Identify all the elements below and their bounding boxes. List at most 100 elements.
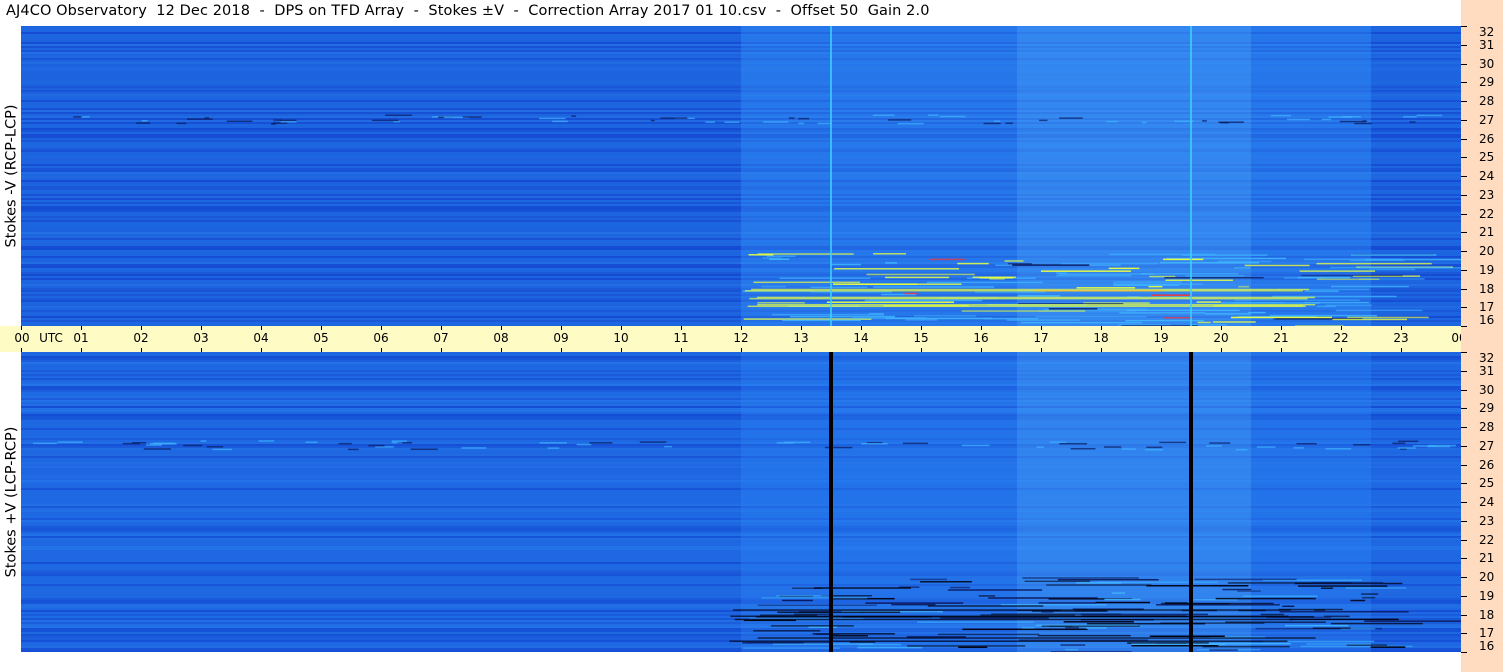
frequency-tick-mark	[1461, 483, 1467, 485]
emission-streak	[1244, 264, 1310, 267]
emission-streak	[271, 123, 276, 125]
emission-streak	[1215, 597, 1316, 600]
frequency-tick-mark	[1461, 445, 1467, 447]
emission-streak	[1234, 299, 1360, 301]
frequency-tick-mark	[1461, 119, 1467, 121]
emission-streak	[1063, 621, 1134, 623]
emission-streak	[927, 605, 1044, 607]
emission-streak	[1299, 270, 1376, 272]
emission-streak	[910, 578, 947, 581]
emission-streak	[937, 633, 1040, 636]
emission-streak	[1205, 445, 1222, 447]
emission-streak	[873, 253, 907, 255]
frequency-tick-label: 29	[1479, 75, 1495, 90]
emission-streak	[1314, 609, 1326, 611]
emission-streak	[402, 441, 412, 444]
emission-streak	[810, 286, 868, 289]
emission-streak	[1282, 605, 1295, 608]
emission-streak	[1284, 624, 1349, 627]
frequency-tick-label: 26	[1479, 457, 1495, 472]
frequency-tick-mark	[1461, 326, 1467, 327]
emission-streak	[1006, 319, 1080, 321]
emission-streak	[122, 442, 141, 445]
emission-streak	[729, 640, 1288, 642]
time-tick-mark	[1401, 326, 1402, 330]
frequency-tick-mark	[1461, 194, 1467, 196]
emission-streak	[1048, 308, 1098, 310]
emission-streak	[1159, 441, 1187, 444]
emission-streak	[1022, 577, 1139, 579]
time-tick-mark	[1341, 326, 1342, 330]
frequency-tick-mark	[1461, 251, 1467, 252]
frequency-tick-mark	[1461, 370, 1467, 372]
emission-streak	[1141, 272, 1239, 275]
emission-streak	[280, 121, 297, 123]
frequency-tick-mark	[1461, 595, 1467, 597]
emission-streak	[757, 301, 805, 304]
emission-streak	[1313, 581, 1383, 584]
emission-streak	[57, 441, 83, 443]
emission-streak	[1098, 581, 1218, 584]
frequency-tick-label: 24	[1479, 495, 1495, 509]
emission-streak	[779, 277, 871, 280]
emission-streak	[762, 257, 782, 259]
emission-streak	[1163, 317, 1193, 319]
emission-streak	[734, 618, 1293, 621]
frequency-tick-mark	[1461, 307, 1467, 309]
emission-streak	[732, 609, 1291, 611]
emission-streak	[391, 440, 407, 442]
frequency-tick-mark	[1461, 464, 1467, 466]
emission-streak	[1303, 301, 1369, 304]
emission-streak	[1234, 267, 1251, 269]
emission-streak	[589, 442, 613, 444]
time-tick-mark	[1041, 326, 1042, 330]
emission-streak	[757, 253, 854, 255]
emission-streak	[1150, 294, 1192, 296]
emission-streak	[1184, 275, 1245, 277]
emission-streak	[861, 442, 888, 445]
emission-streak	[1058, 273, 1155, 275]
emission-streak	[143, 448, 172, 450]
emission-streak	[857, 646, 923, 649]
emission-streak	[1060, 644, 1086, 646]
frequency-tick-mark	[1461, 502, 1467, 503]
emission-streak	[1361, 593, 1379, 595]
emission-streak	[1196, 301, 1221, 303]
emission-streak	[1049, 441, 1067, 443]
time-tick-label: 15	[913, 331, 929, 345]
bottom-panel-y-axis-label: Stokes +V (LCP-RCP)	[2, 426, 19, 578]
time-tick-mark	[261, 326, 262, 330]
emission-streak	[1320, 587, 1334, 589]
emission-streak	[1235, 448, 1248, 451]
time-tick-label: 08	[493, 331, 509, 345]
emission-streak	[885, 262, 898, 264]
emission-streak	[1351, 254, 1437, 256]
emission-streak	[1364, 620, 1461, 622]
emission-streak	[1349, 259, 1405, 262]
frequency-tick-label: 25	[1479, 150, 1495, 165]
time-tick-mark	[681, 326, 682, 330]
frequency-tick-label: 31	[1479, 363, 1495, 378]
emission-streak	[1060, 262, 1159, 265]
frequency-tick-label: 17	[1479, 300, 1495, 315]
time-tick-label: 07	[433, 331, 449, 345]
emission-streak	[1237, 590, 1261, 592]
emission-streak	[183, 444, 203, 447]
emission-streak	[834, 268, 960, 270]
time-tick-label: 11	[673, 331, 689, 345]
emission-streak	[1095, 601, 1151, 604]
emission-streak	[1403, 116, 1417, 118]
frequency-tick-label: 16	[1479, 639, 1495, 653]
emission-streak	[1131, 643, 1226, 646]
emission-streak	[872, 114, 895, 116]
frequency-tick-label: 19	[1479, 262, 1495, 277]
emission-streak	[338, 442, 352, 445]
emission-streak	[757, 303, 1316, 306]
emission-streak	[763, 121, 789, 123]
emission-streak	[1218, 121, 1244, 123]
emission-streak	[756, 296, 1315, 299]
emission-streak	[761, 285, 786, 288]
emission-streak	[1085, 627, 1107, 629]
time-tick-label: 19	[1153, 331, 1169, 345]
emission-streak	[777, 611, 901, 614]
